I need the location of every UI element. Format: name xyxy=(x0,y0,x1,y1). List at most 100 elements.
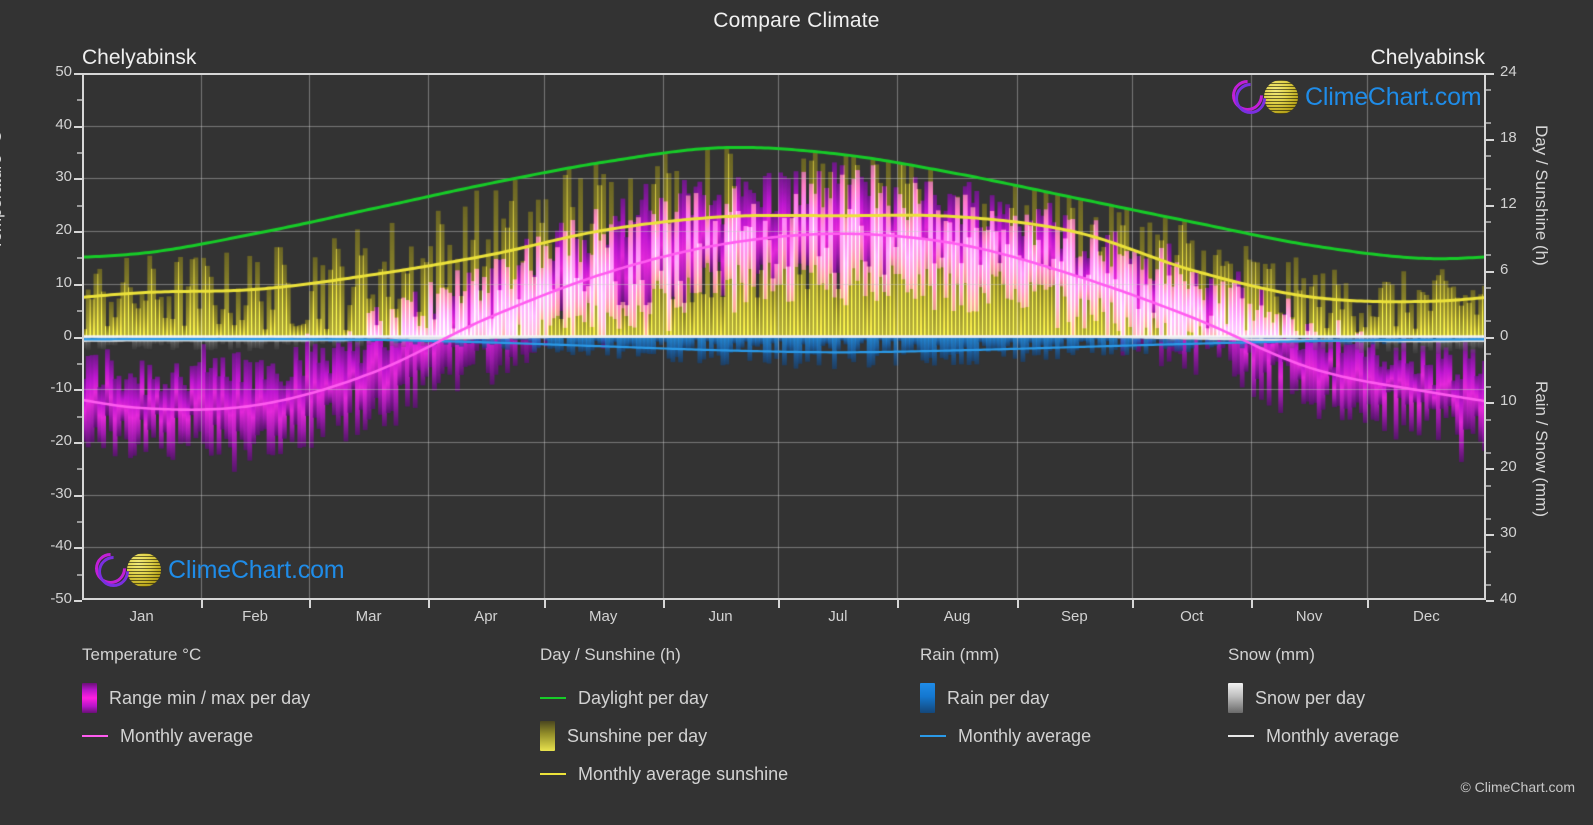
legend-item[interactable]: Monthly average xyxy=(920,717,1091,755)
y-tick-left-0: 0 xyxy=(63,326,72,344)
legend-group-1: Day / Sunshine (h) Daylight per day Sunshi… xyxy=(540,645,788,793)
y-minor-tick-right xyxy=(1486,221,1491,224)
location-label-right: Chelyabinsk xyxy=(1370,46,1485,69)
y-minor-tick-right xyxy=(1486,287,1491,290)
y-axis-label-left: Temperature °C xyxy=(0,130,5,250)
clime-chart-logo-mark xyxy=(1225,73,1273,121)
y-tick-mark-right-mm xyxy=(1486,468,1494,471)
x-tick-jul: Jul xyxy=(828,608,848,625)
page-title: Compare Climate xyxy=(713,9,880,32)
y-tick-left-20: 20 xyxy=(55,221,72,239)
legend-swatch-icon xyxy=(920,683,935,713)
x-tick-mark xyxy=(308,600,311,608)
y-tick-mark-right xyxy=(1486,138,1494,141)
legend-item[interactable]: Monthly average xyxy=(1228,717,1399,755)
y-minor-tick-right xyxy=(1486,188,1491,191)
legend-item-label: Monthly average sunshine xyxy=(578,763,789,784)
legend-item[interactable]: Snow per day xyxy=(1228,679,1399,717)
legend-swatch-icon xyxy=(540,721,555,751)
y-tick-mark-left xyxy=(74,73,82,75)
legend-line-icon xyxy=(920,735,946,737)
y-tick-mark-right xyxy=(1486,73,1494,75)
legend-group-title: Snow (mm) xyxy=(1228,645,1315,664)
y-minor-tick-right-mm xyxy=(1486,550,1491,553)
legend-line-icon xyxy=(1228,735,1254,737)
legend-group-0: Temperature °C Range min / max per day Mon… xyxy=(82,645,310,755)
legend-item[interactable]: Range min / max per day xyxy=(82,679,310,717)
y-minor-tick-left xyxy=(77,257,82,260)
legend-group-title: Rain (mm) xyxy=(920,645,1000,664)
legend-item[interactable]: Monthly average xyxy=(82,717,310,755)
y-tick-mark-left xyxy=(74,389,82,392)
y-minor-tick-right xyxy=(1486,89,1491,92)
x-tick-jan: Jan xyxy=(129,608,154,625)
y-tick-mark-left xyxy=(74,336,82,339)
y-minor-tick-left xyxy=(77,152,82,155)
x-tick-mark xyxy=(1366,600,1369,608)
y-tick-mark-right-mm xyxy=(1486,534,1494,537)
x-tick-mark xyxy=(778,600,781,608)
x-tick-apr: Apr xyxy=(474,608,498,625)
y-minor-tick-left xyxy=(77,573,82,576)
x-tick-oct: Oct xyxy=(1180,608,1204,625)
y-tick-right-mm-30: 30 xyxy=(1500,524,1517,542)
legend-line-icon xyxy=(540,697,566,699)
x-tick-mark xyxy=(897,600,900,608)
x-tick-may: May xyxy=(589,608,618,625)
legend-item-label: Monthly average xyxy=(958,725,1092,746)
watermark-text: ClimeChart.com xyxy=(1305,82,1482,111)
y-tick-left--40: -40 xyxy=(50,537,72,555)
y-minor-tick-left xyxy=(77,310,82,313)
x-tick-aug: Aug xyxy=(943,608,971,625)
y-tick-mark-right xyxy=(1486,204,1494,207)
y-minor-tick-left xyxy=(77,520,82,523)
y-axis-label-right-bottom: Rain / Snow (mm) xyxy=(1532,381,1551,518)
legend-item[interactable]: Monthly average sunshine xyxy=(540,755,788,793)
y-tick-mark-left xyxy=(74,547,82,550)
y-tick-left--10: -10 xyxy=(50,379,72,397)
y-tick-left-10: 10 xyxy=(55,273,72,291)
x-tick-feb: Feb xyxy=(242,608,269,625)
x-tick-mark xyxy=(543,600,546,608)
legend-item-label: Monthly average xyxy=(120,725,254,746)
y-tick-mark-left xyxy=(74,494,82,497)
y-minor-tick-right-mm xyxy=(1486,517,1491,520)
y-minor-tick-left xyxy=(77,204,82,207)
x-tick-mark xyxy=(662,600,665,608)
legend-item-label: Sunshine per day xyxy=(567,725,708,746)
location-label-left: Chelyabinsk xyxy=(82,46,197,69)
y-minor-tick-left xyxy=(77,415,82,418)
y-tick-left--20: -20 xyxy=(50,431,72,449)
y-tick-left-40: 40 xyxy=(55,115,72,133)
y-minor-tick-right xyxy=(1486,122,1491,125)
y-tick-right-mm-40: 40 xyxy=(1500,590,1517,607)
legend-item-label: Monthly average xyxy=(1266,725,1400,746)
legend-item[interactable]: Sunshine per day xyxy=(540,717,788,755)
y-minor-tick-right xyxy=(1486,320,1491,323)
y-axis-label-right-top: Day / Sunshine (h) xyxy=(1532,125,1551,266)
y-minor-tick-right xyxy=(1486,155,1491,158)
legend-line-icon xyxy=(540,773,566,775)
legend-item-label: Daylight per day xyxy=(578,687,709,708)
y-tick-mark-left xyxy=(74,178,82,181)
legend-line-icon xyxy=(82,735,108,737)
y-minor-tick-right-mm xyxy=(1486,484,1491,487)
legend-group-2: Rain (mm) Rain per day Monthly average xyxy=(920,645,1091,755)
y-tick-mark-left xyxy=(74,125,82,128)
chart-legend: Temperature °C Range min / max per day Mon… xyxy=(0,645,1593,825)
copyright-label: © ClimeChart.com xyxy=(1460,779,1575,795)
watermark-logo-bottom: ClimeChart.com xyxy=(88,546,345,594)
y-tick-mark-right-mm xyxy=(1486,402,1494,405)
x-tick-nov: Nov xyxy=(1295,608,1323,625)
x-tick-mark xyxy=(1016,600,1019,608)
legend-item[interactable]: Rain per day xyxy=(920,679,1091,717)
y-tick-mark-right xyxy=(1486,336,1494,339)
logo-ring-inner-icon-2 xyxy=(91,549,136,594)
legend-group-3: Snow (mm) Snow per day Monthly average xyxy=(1228,645,1399,755)
y-tick-left-30: 30 xyxy=(55,168,72,186)
legend-item[interactable]: Daylight per day xyxy=(540,679,788,717)
climate-chart-plot xyxy=(82,73,1486,600)
watermark-logo-top: ClimeChart.com xyxy=(1225,73,1482,121)
y-minor-tick-right-mm xyxy=(1486,451,1491,454)
y-tick-mark-left xyxy=(74,600,82,602)
